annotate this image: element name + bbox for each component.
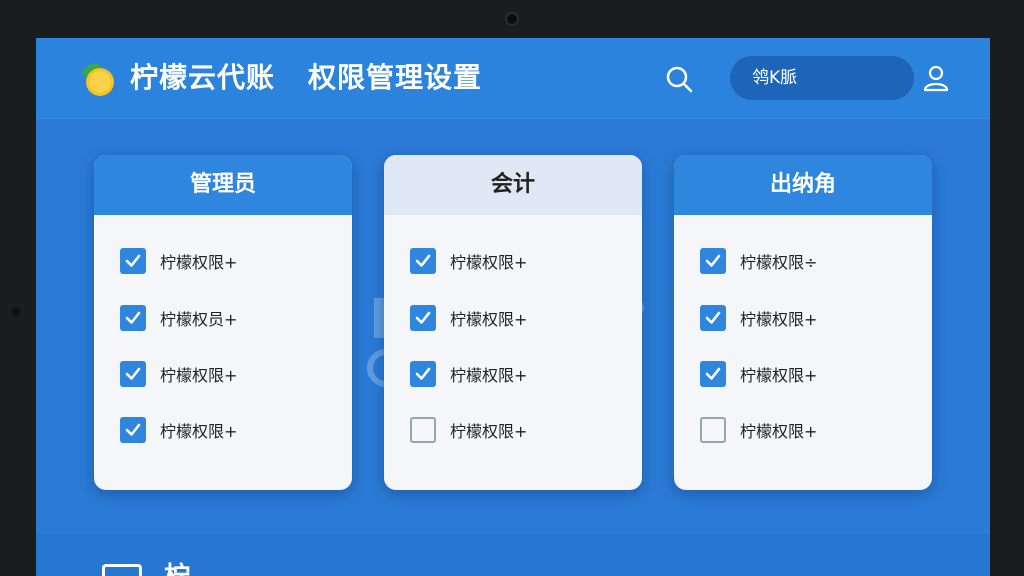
permission-row: 柠檬权限+ [120,416,237,444]
permission-checkbox[interactable] [410,305,436,331]
role-title: 会计 [384,155,642,215]
role-card-admin: 管理员 柠檬权限+ 柠檬权员+ 柠檬权限+ 柠檬权限+ [94,155,352,490]
permission-checkbox[interactable] [120,361,146,387]
role-card-cashier: 出纳角 柠檬权限÷ 柠檬权限+ 柠檬权限+ 柠檬权限+ [674,155,932,490]
app-header: 柠檬云代账 权限管理设置 鸰K脈 [36,38,990,119]
permission-label: 柠檬权限+ [450,310,528,329]
permission-row: 柠檬权限÷ [700,247,817,275]
check-icon [415,367,431,380]
permission-label: 柠檬权限+ [160,422,238,441]
bottom-panel-label: 柠 [164,556,190,576]
permission-label: 柠檬权限+ [740,366,818,385]
check-icon [125,423,141,436]
permission-checkbox[interactable] [410,361,436,387]
permission-row: 柠檬权限+ [700,304,817,332]
user-account-pill[interactable]: 鸰K脈 [730,56,914,100]
user-icon[interactable] [922,64,950,92]
permission-label: 柠檬权员+ [160,310,238,329]
permission-row: 柠檬权限+ [700,416,817,444]
permission-row: 柠檬权员+ [120,304,237,332]
bottom-panel: 柠 [36,534,990,576]
page-title: 权限管理设置 [308,61,483,94]
app-screen: 柠檬云代账 权限管理设置 鸰K脈 管理员 柠檬权限+ 柠檬权员+ 柠檬权限+ 柠… [36,38,990,576]
permission-row: 柠檬权限+ [410,247,527,275]
permission-checkbox[interactable] [120,305,146,331]
app-name: 柠檬云代账 [130,61,276,94]
permission-checkbox[interactable] [700,305,726,331]
permission-checkbox[interactable] [700,361,726,387]
permission-label: 柠檬权限÷ [740,253,818,272]
permission-label: 柠檬权限+ [450,253,528,272]
permission-checkbox[interactable] [700,248,726,274]
permission-row: 柠檬权限+ [410,304,527,332]
permission-checkbox[interactable] [410,417,436,443]
check-icon [125,311,141,324]
check-icon [125,254,141,267]
role-title: 出纳角 [674,155,932,215]
permission-row: 柠檬权限+ [410,360,527,388]
permission-checkbox[interactable] [120,248,146,274]
lemon-logo-icon [81,63,114,96]
permission-label: 柠檬权限+ [740,310,818,329]
check-icon [125,367,141,380]
permission-label: 柠檬权限+ [740,422,818,441]
permission-row: 柠檬权限+ [120,360,237,388]
panel-icon [102,564,142,576]
permission-label: 柠檬权限+ [450,422,528,441]
search-icon[interactable] [664,64,694,94]
permission-checkbox[interactable] [700,417,726,443]
permission-row: 柠檬权限+ [410,416,527,444]
tablet-frame: 柠檬云代账 权限管理设置 鸰K脈 管理员 柠檬权限+ 柠檬权员+ 柠檬权限+ 柠… [0,0,1024,576]
side-button [12,308,20,316]
permission-label: 柠檬权限+ [160,253,238,272]
permission-checkbox[interactable] [410,248,436,274]
permission-checkbox[interactable] [120,417,146,443]
permission-row: 柠檬权限+ [120,247,237,275]
role-title: 管理员 [94,155,352,215]
permission-label: 柠檬权限+ [450,366,528,385]
camera-icon [507,14,517,24]
permission-row: 柠檬权限+ [700,360,817,388]
check-icon [705,367,721,380]
check-icon [415,311,431,324]
check-icon [415,254,431,267]
permission-label: 柠檬权限+ [160,366,238,385]
role-card-accountant: 会计 柠檬权限+ 柠檬权限+ 柠檬权限+ 柠檬权限+ [384,155,642,490]
check-icon [705,311,721,324]
check-icon [705,254,721,267]
